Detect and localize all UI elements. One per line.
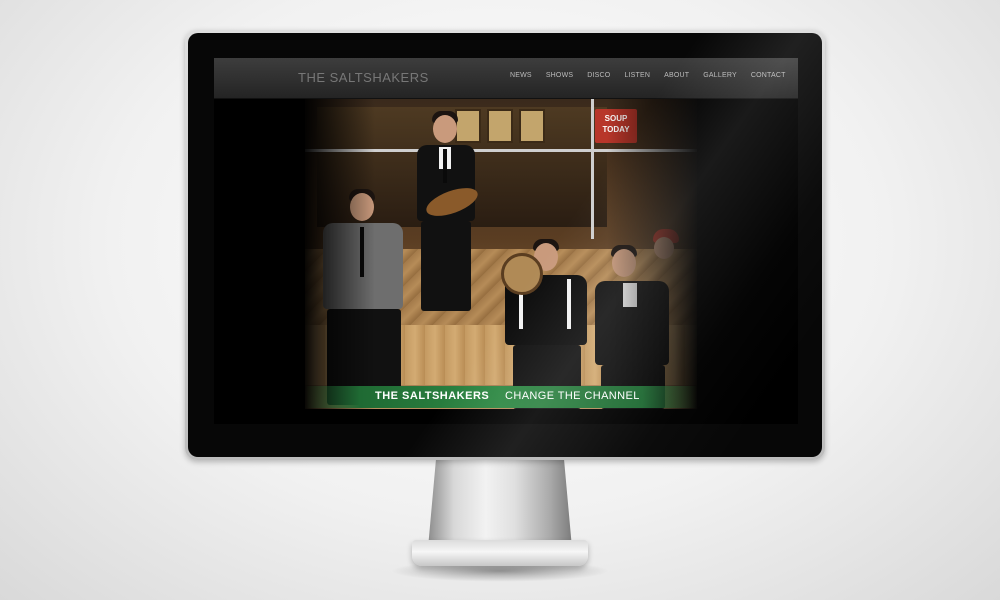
trousers <box>421 221 471 311</box>
suspender <box>567 279 571 329</box>
banner-band-name: THE SALTSHAKERS <box>375 390 490 402</box>
monitor-stand-base <box>412 540 588 566</box>
monitor-stand-neck <box>428 452 572 548</box>
wall-poster <box>455 109 481 143</box>
nav-disco[interactable]: DISCO <box>587 72 610 79</box>
site-logo[interactable]: THE SALTSHAKERS <box>298 70 429 85</box>
nav-listen[interactable]: LISTEN <box>624 72 650 79</box>
wall-poster <box>519 109 545 143</box>
nav-gallery[interactable]: GALLERY <box>703 72 737 79</box>
photo-vignette-right <box>607 99 697 409</box>
nav-news[interactable]: NEWS <box>510 72 532 79</box>
nav-shows[interactable]: SHOWS <box>546 72 573 79</box>
tie <box>443 149 447 183</box>
monitor-screen: THE SALTSHAKERS NEWS SHOWS DISCO LISTEN … <box>214 58 798 424</box>
nav-about[interactable]: ABOUT <box>664 72 689 79</box>
main-nav: NEWS SHOWS DISCO LISTEN ABOUT GALLERY CO… <box>510 72 798 79</box>
nav-contact[interactable]: CONTACT <box>751 72 786 79</box>
photo-vignette-left <box>305 99 375 409</box>
album-banner: THE SALTSHAKERS CHANGE THE CHANNEL <box>305 386 697 408</box>
banjo-instrument <box>501 253 543 295</box>
wall-poster <box>487 109 513 143</box>
window-frame-vertical <box>591 99 594 239</box>
site-header: THE SALTSHAKERS NEWS SHOWS DISCO LISTEN … <box>214 58 798 99</box>
banner-album-title: CHANGE THE CHANNEL <box>505 390 640 402</box>
face <box>433 115 457 143</box>
